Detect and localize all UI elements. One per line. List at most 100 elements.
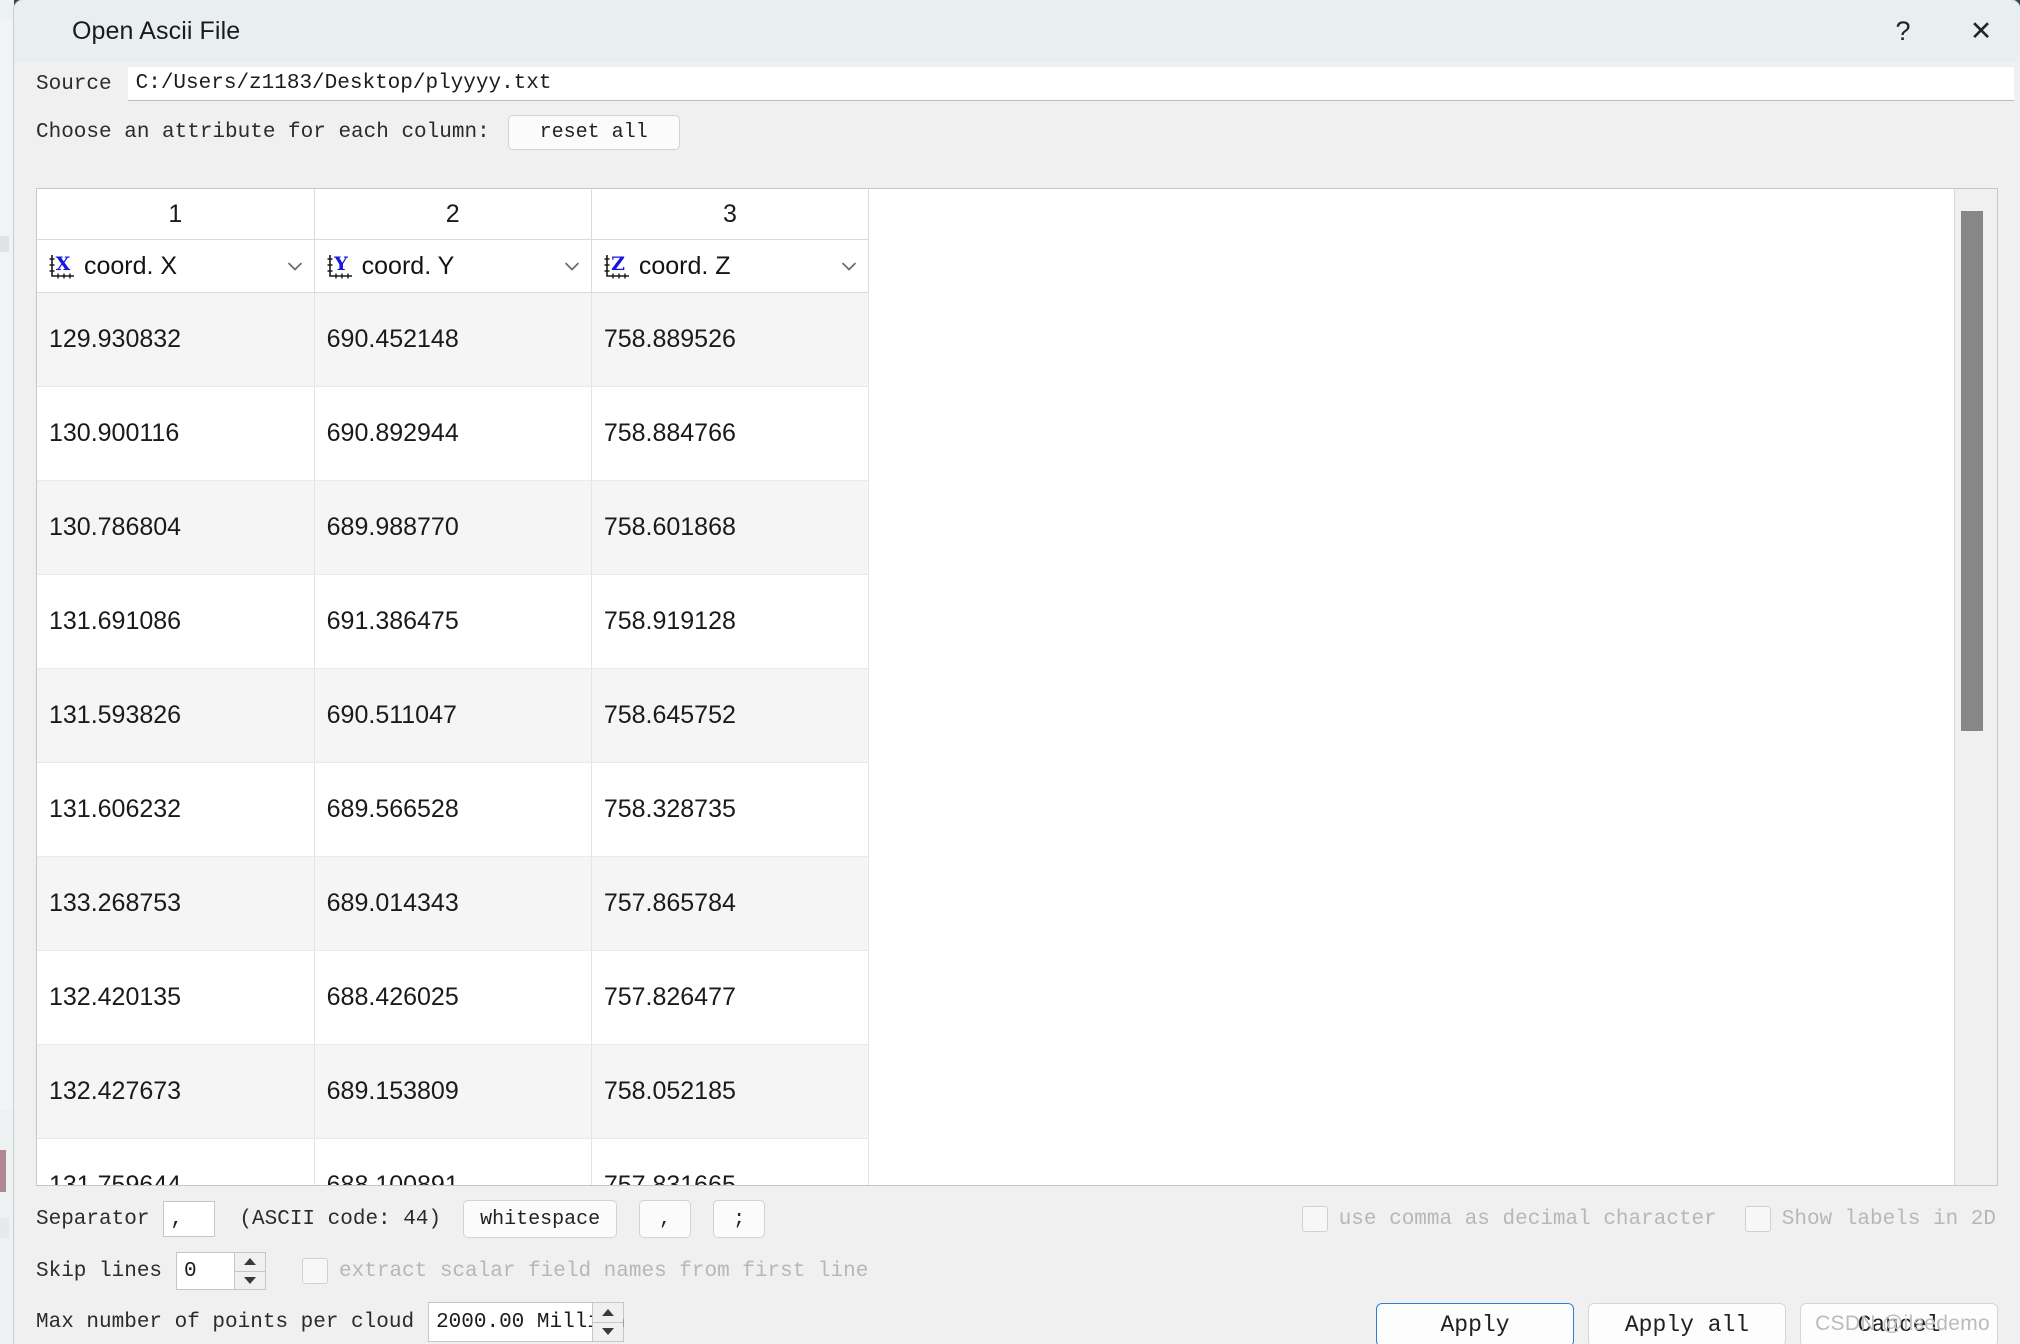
- extract-field-names-label: extract scalar field names from first li…: [339, 1259, 869, 1283]
- cancel-button[interactable]: Cancel: [1800, 1303, 1998, 1344]
- separator-semicolon-button[interactable]: ;: [713, 1200, 766, 1238]
- table-row[interactable]: 132.427673 689.153809 758.052185: [37, 1044, 870, 1139]
- bg-strip-2: [0, 236, 9, 252]
- column-number-2: 2: [314, 189, 592, 240]
- table-cell: 689.566528: [314, 762, 592, 857]
- choose-attribute-row: Choose an attribute for each column: res…: [14, 112, 2020, 152]
- max-points-value[interactable]: 2000.00 Million: [429, 1303, 625, 1341]
- skip-lines-stepper[interactable]: 0: [176, 1252, 267, 1290]
- table-cell: 757.826477: [591, 950, 870, 1045]
- stepper-down-icon[interactable]: [235, 1271, 266, 1289]
- use-comma-decimal-label: use comma as decimal character: [1338, 1207, 1717, 1231]
- table-cell: 688.100891: [314, 1138, 592, 1185]
- table-cell: 132.420135: [37, 950, 315, 1045]
- table-cell: 690.511047: [314, 668, 592, 763]
- skip-lines-value[interactable]: 0: [177, 1253, 234, 1289]
- skip-lines-label: Skip lines: [36, 1259, 163, 1283]
- title-bar: Open Ascii File ? ✕: [14, 0, 2020, 62]
- checkbox-icon: [302, 1258, 329, 1284]
- show-labels-2d-label: Show labels in 2D: [1781, 1207, 1996, 1231]
- table-cell: 691.386475: [314, 574, 592, 669]
- attribute-label-z: coord. Z: [638, 251, 731, 280]
- column-number-header-row: 1 2 3: [37, 189, 870, 240]
- table-cell: 757.865784: [591, 856, 870, 951]
- table-cell: 133.268753: [37, 856, 315, 951]
- bg-strip-1: [0, 20, 14, 1110]
- chevron-down-icon: [838, 255, 860, 277]
- table-row[interactable]: 129.930832 690.452148 758.889526: [37, 292, 870, 387]
- max-points-label: Max number of points per cloud: [36, 1310, 415, 1334]
- attribute-cell-3: Z coord. Z: [591, 239, 870, 293]
- reset-all-button[interactable]: reset all: [507, 114, 680, 150]
- table-cell: 131.606232: [37, 762, 315, 857]
- stepper-up-icon[interactable]: [235, 1253, 266, 1272]
- help-button[interactable]: ?: [1864, 0, 1942, 62]
- table-cell: 690.892944: [314, 386, 592, 481]
- attribute-dropdown-z[interactable]: Z coord. Z: [592, 240, 868, 292]
- source-label: Source: [36, 72, 112, 96]
- skip-lines-row: Skip lines 0 extract scalar field names …: [14, 1247, 2020, 1295]
- table-row[interactable]: 131.759644 688.100891 757.831665: [37, 1138, 870, 1185]
- table-cell: 689.988770: [314, 480, 592, 575]
- skip-lines-stepper-buttons: [234, 1253, 266, 1289]
- cloudcompare-logo-icon: [30, 16, 60, 46]
- show-labels-2d-checkbox[interactable]: Show labels in 2D: [1744, 1206, 1996, 1232]
- axis-z-icon: Z: [602, 251, 632, 281]
- stepper-up-icon[interactable]: [593, 1303, 624, 1323]
- svg-text:Z: Z: [611, 253, 625, 275]
- separator-input[interactable]: [163, 1201, 216, 1237]
- separator-options: use comma as decimal character Show labe…: [1274, 1195, 1996, 1243]
- table-cell: 690.452148: [314, 292, 592, 387]
- table-row[interactable]: 131.691086 691.386475 758.919128: [37, 574, 870, 669]
- table-row[interactable]: 130.786804 689.988770 758.601868: [37, 480, 870, 575]
- extract-field-names-checkbox[interactable]: extract scalar field names from first li…: [302, 1258, 868, 1284]
- svg-text:X: X: [56, 253, 71, 275]
- attribute-selector-row: X coord. X Y coord. Y Z coord. Z: [37, 239, 870, 293]
- table-cell: 130.786804: [37, 480, 315, 575]
- table-cell: 689.153809: [314, 1044, 592, 1139]
- preview-rows: 129.930832 690.452148 758.889526 130.900116…: [37, 292, 870, 1185]
- table-row[interactable]: 133.268753 689.014343 757.865784: [37, 856, 870, 951]
- table-cell: 131.759644: [37, 1138, 315, 1185]
- attribute-dropdown-y[interactable]: Y coord. Y: [315, 240, 591, 292]
- table-cell: 757.831665: [591, 1138, 870, 1185]
- table-cell: 758.645752: [591, 668, 870, 763]
- table-cell: 758.052185: [591, 1044, 870, 1139]
- table-cell: 131.691086: [37, 574, 315, 669]
- source-input[interactable]: [127, 67, 2014, 101]
- window-controls: ? ✕: [1864, 0, 2020, 62]
- attribute-dropdown-x[interactable]: X coord. X: [37, 240, 314, 292]
- background-window-sliver: [0, 0, 14, 1344]
- use-comma-decimal-checkbox[interactable]: use comma as decimal character: [1301, 1206, 1717, 1232]
- apply-button[interactable]: Apply: [1376, 1303, 1574, 1344]
- table-cell: 131.593826: [37, 668, 315, 763]
- source-row: Source: [14, 62, 2020, 106]
- bg-strip-accent: [0, 1150, 6, 1192]
- chevron-down-icon: [561, 255, 583, 277]
- stepper-down-icon[interactable]: [593, 1322, 624, 1341]
- separator-comma-button[interactable]: ,: [639, 1200, 692, 1238]
- apply-all-button[interactable]: Apply all: [1588, 1303, 1786, 1344]
- table-row[interactable]: 131.606232 689.566528 758.328735: [37, 762, 870, 857]
- axis-x-icon: X: [47, 251, 77, 281]
- scrollbar-thumb[interactable]: [1961, 211, 1983, 731]
- table-cell: 132.427673: [37, 1044, 315, 1139]
- close-icon[interactable]: ✕: [1942, 0, 2020, 62]
- chevron-down-icon: [284, 255, 306, 277]
- attribute-label-x: coord. X: [84, 251, 178, 280]
- axis-y-icon: Y: [325, 251, 355, 281]
- max-points-stepper[interactable]: 2000.00 Million: [428, 1302, 625, 1342]
- choose-attribute-label: Choose an attribute for each column:: [36, 120, 490, 144]
- separator-whitespace-button[interactable]: whitespace: [463, 1200, 618, 1238]
- checkbox-icon: [1744, 1206, 1771, 1232]
- separator-label: Separator: [36, 1207, 150, 1231]
- table-row[interactable]: 131.593826 690.511047 758.645752: [37, 668, 870, 763]
- dialog-button-bar: Apply Apply all Cancel: [1362, 1303, 1998, 1344]
- table-cell: 129.930832: [37, 292, 315, 387]
- table-row[interactable]: 132.420135 688.426025 757.826477: [37, 950, 870, 1045]
- table-cell: 758.601868: [591, 480, 870, 575]
- table-vertical-scrollbar[interactable]: [1954, 189, 1997, 1185]
- table-row[interactable]: 130.900116 690.892944 758.884766: [37, 386, 870, 481]
- table-cell: 688.426025: [314, 950, 592, 1045]
- bg-strip-3: [0, 1218, 9, 1238]
